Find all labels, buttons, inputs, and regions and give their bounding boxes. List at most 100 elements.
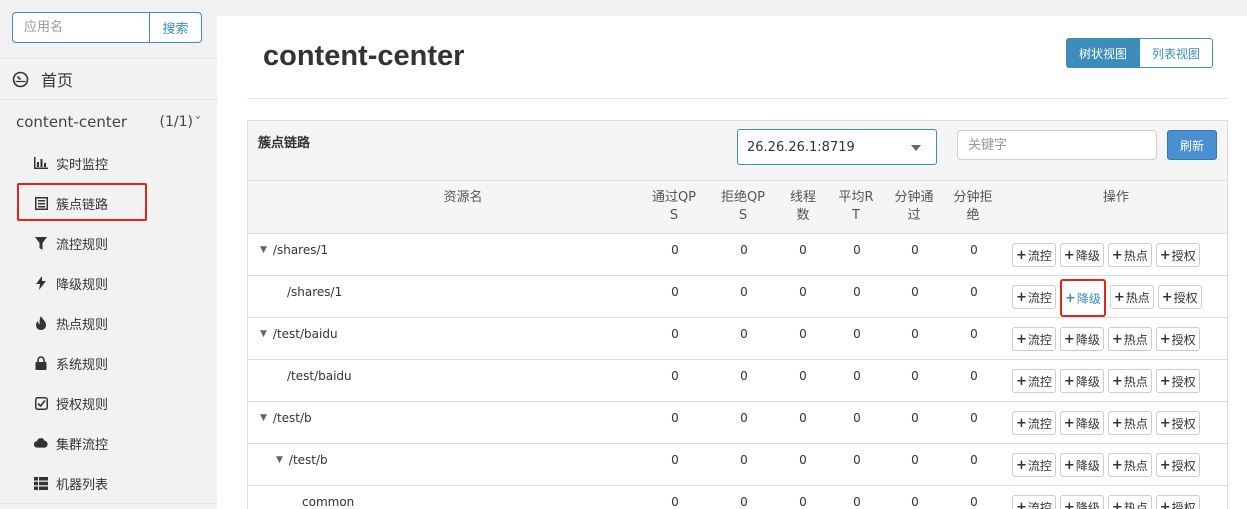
metric-cell: 0 xyxy=(740,369,748,383)
action-label: 热点 xyxy=(1123,332,1148,347)
caret-down-icon[interactable]: ▼ xyxy=(260,329,267,339)
th-threads-line2: 数 xyxy=(796,208,810,223)
metric-cell: 0 xyxy=(853,243,861,257)
sidebar: 搜索 首页 content-center (1/1) ˅ 实时监控簇点链路流控规… xyxy=(0,0,217,509)
sidebar-item-cloud[interactable]: 集群流控 xyxy=(0,423,217,463)
plus-icon: + xyxy=(1063,331,1075,347)
auth-rule-button[interactable]: + 授权 xyxy=(1157,285,1202,309)
sidebar-item-lock[interactable]: 系统规则 xyxy=(0,343,217,383)
bolt-icon xyxy=(34,276,48,290)
resource-name-cell: common xyxy=(302,495,354,509)
refresh-button[interactable]: 刷新 xyxy=(1167,130,1217,160)
auth-rule-button[interactable]: + 授权 xyxy=(1155,411,1200,435)
flow-rule-button[interactable]: + 流控 xyxy=(1012,495,1056,509)
metric-cell: 0 xyxy=(853,327,861,341)
plus-icon: + xyxy=(1063,247,1075,263)
flow-rule-button[interactable]: + 流控 xyxy=(1012,243,1056,267)
degrade-rule-button[interactable]: + 降级 xyxy=(1059,453,1104,477)
row-actions: + 流控 + 降级 + 热点 + 授权 xyxy=(1012,369,1200,393)
action-label: 热点 xyxy=(1123,374,1148,389)
resource-name: /test/b xyxy=(288,453,328,467)
flow-rule-button[interactable]: + 流控 xyxy=(1012,411,1056,435)
th-threads-line1: 线程 xyxy=(789,190,816,205)
sidebar-item-label: 实时监控 xyxy=(56,157,109,173)
sidebar-item-bar-chart[interactable]: 实时监控 xyxy=(0,143,217,183)
sidebar-item-check-square[interactable]: 授权规则 xyxy=(0,383,217,423)
degrade-rule-button[interactable]: + 降级 xyxy=(1059,495,1104,509)
flow-rule-button[interactable]: + 流控 xyxy=(1012,369,1056,393)
resource-name: /test/b xyxy=(272,411,312,425)
home-link[interactable]: 首页 xyxy=(0,58,217,100)
sidebar-item-label: 授权规则 xyxy=(56,397,109,413)
lock-icon xyxy=(34,356,48,370)
hot-rule-button[interactable]: + 热点 xyxy=(1107,411,1152,435)
check-square-icon xyxy=(34,396,48,410)
plus-icon: + xyxy=(1016,457,1027,473)
th-avg-rt: 平均R T xyxy=(831,189,881,225)
flow-rule-button[interactable]: + 流控 xyxy=(1012,285,1056,309)
hot-rule-button[interactable]: + 热点 xyxy=(1107,453,1152,477)
caret-down-icon[interactable]: ▼ xyxy=(260,245,267,255)
resource-name: /shares/1 xyxy=(272,243,329,257)
sidebar-item-fire[interactable]: 热点规则 xyxy=(0,303,217,343)
plus-icon: + xyxy=(1159,331,1171,347)
plus-icon: + xyxy=(1159,247,1171,263)
hot-rule-button[interactable]: + 热点 xyxy=(1107,369,1152,393)
metric-cell: 0 xyxy=(911,285,919,299)
plus-icon: + xyxy=(1063,457,1075,473)
sidebar-item-list[interactable]: 簇点链路 xyxy=(0,183,217,223)
search-button[interactable]: 搜索 xyxy=(149,12,202,43)
plus-icon: + xyxy=(1111,499,1123,509)
sidebar-item-filter[interactable]: 流控规则 xyxy=(0,223,217,263)
sidebar-item-th-list[interactable]: 机器列表 xyxy=(0,463,217,503)
flow-rule-button[interactable]: + 流控 xyxy=(1012,327,1056,351)
degrade-rule-button[interactable]: + 降级 xyxy=(1059,279,1106,317)
machine-select[interactable]: 26.26.26.1:8719 xyxy=(737,129,937,165)
action-label: 流控 xyxy=(1027,332,1052,347)
metric-cell: 0 xyxy=(740,495,748,509)
app-machine-count: (1/1) xyxy=(159,114,193,130)
metric-cell: 0 xyxy=(671,327,679,341)
flow-rule-button[interactable]: + 流控 xyxy=(1012,453,1056,477)
plus-icon: + xyxy=(1016,373,1027,389)
app-menu: 实时监控簇点链路 流控规则 降级规则 热点规则 系统规则授权规则集群流控 机器列表 xyxy=(0,143,217,503)
action-label: 降级 xyxy=(1075,416,1100,431)
app-search: 搜索 xyxy=(12,12,202,43)
app-item[interactable]: content-center (1/1) ˅ xyxy=(0,101,217,143)
hot-rule-button[interactable]: + 热点 xyxy=(1107,243,1152,267)
auth-rule-button[interactable]: + 授权 xyxy=(1155,327,1200,351)
degrade-rule-button[interactable]: + 降级 xyxy=(1059,327,1104,351)
degrade-rule-button[interactable]: + 降级 xyxy=(1059,369,1104,393)
action-label: 流控 xyxy=(1027,416,1052,431)
sidebar-item-bolt[interactable]: 降级规则 xyxy=(0,263,217,303)
main-content: content-center 树状视图 列表视图 簇点链路 26.26.26.1… xyxy=(217,0,1247,509)
list-view-button[interactable]: 列表视图 xyxy=(1140,38,1213,68)
auth-rule-button[interactable]: + 授权 xyxy=(1155,453,1200,477)
auth-rule-button[interactable]: + 授权 xyxy=(1155,369,1200,393)
metric-cell: 0 xyxy=(853,495,861,509)
action-label: 降级 xyxy=(1075,332,1100,347)
auth-rule-button[interactable]: + 授权 xyxy=(1155,495,1200,509)
app-search-input[interactable] xyxy=(12,12,149,43)
hot-rule-button[interactable]: + 热点 xyxy=(1109,285,1154,309)
metric-cell: 0 xyxy=(799,453,807,467)
caret-down-icon[interactable]: ▼ xyxy=(276,455,283,465)
hot-rule-button[interactable]: + 热点 xyxy=(1107,327,1152,351)
degrade-rule-button[interactable]: + 降级 xyxy=(1059,243,1104,267)
metric-cell: 0 xyxy=(970,285,978,299)
hot-rule-button[interactable]: + 热点 xyxy=(1107,495,1152,509)
metric-cell: 0 xyxy=(911,243,919,257)
th-avg-rt-line1: 平均R xyxy=(838,190,874,205)
tree-view-button[interactable]: 树状视图 xyxy=(1066,38,1140,68)
action-label: 热点 xyxy=(1123,416,1148,431)
plus-icon: + xyxy=(1111,373,1123,389)
keyword-input[interactable] xyxy=(957,130,1157,160)
machine-select-value: 26.26.26.1:8719 xyxy=(747,139,855,155)
row-actions: + 流控 + 降级 + 热点 + 授权 xyxy=(1012,243,1200,267)
caret-down-icon[interactable]: ▼ xyxy=(260,413,267,423)
action-label: 授权 xyxy=(1171,248,1196,263)
metric-cell: 0 xyxy=(970,327,978,341)
degrade-rule-button[interactable]: + 降级 xyxy=(1059,411,1104,435)
auth-rule-button[interactable]: + 授权 xyxy=(1155,243,1200,267)
action-label: 授权 xyxy=(1171,416,1196,431)
